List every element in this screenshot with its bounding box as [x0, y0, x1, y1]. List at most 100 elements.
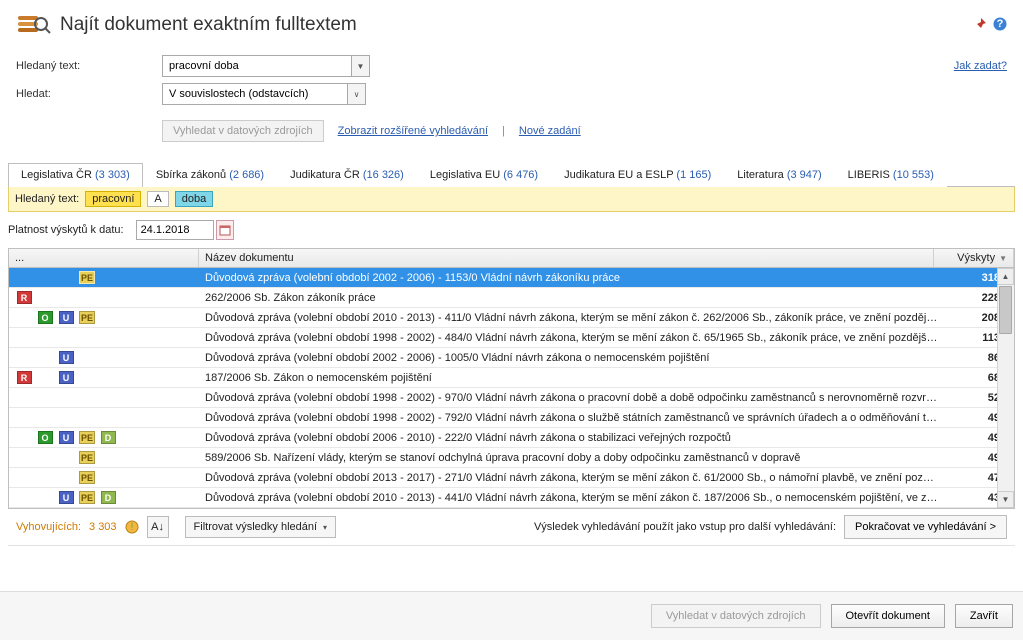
tab-count: (16 326)	[363, 169, 404, 181]
new-query-link[interactable]: Nové zadání	[519, 125, 581, 137]
table-row[interactable]: R262/2006 Sb. Zákon zákoník práce228	[9, 288, 1014, 308]
search-sources-button: Vyhledat v datových zdrojích	[651, 604, 821, 628]
filter-results-label: Filtrovat výsledky hledání	[194, 521, 318, 533]
tab-label: Legislativa ČR	[21, 169, 92, 181]
matching-label: Vyhovujících:	[16, 521, 81, 533]
search-scope-label: Hledat:	[16, 88, 162, 100]
row-badges: RU	[9, 371, 199, 384]
validity-date-input[interactable]	[136, 220, 214, 240]
row-name: Důvodová zpráva (volební období 2010 - 2…	[199, 492, 944, 504]
search-text-dropdown-button[interactable]: ▼	[352, 55, 370, 77]
tab-legislativa-eu[interactable]: Legislativa EU (6 476)	[417, 163, 551, 187]
row-badges: PE	[9, 471, 199, 484]
row-badges: PE	[9, 271, 199, 284]
badge-r: R	[17, 291, 32, 304]
row-name: Důvodová zpráva (volební období 1998 - 2…	[199, 412, 944, 424]
query-term-2[interactable]: doba	[175, 191, 213, 207]
table-row[interactable]: OUPEDůvodová zpráva (volební období 2010…	[9, 308, 1014, 328]
badge-u: U	[59, 311, 74, 324]
warning-icon[interactable]: !	[125, 520, 139, 534]
column-header-count[interactable]: Výskyty ▼	[934, 249, 1014, 267]
badge-u: U	[59, 491, 74, 504]
close-button[interactable]: Zavřít	[955, 604, 1013, 628]
page-title: Najít dokument exaktním fulltextem	[60, 14, 357, 36]
search-text-label: Hledaný text:	[16, 60, 162, 72]
query-operator[interactable]: A	[147, 191, 168, 207]
row-name: Důvodová zpráva (volební období 2002 - 2…	[199, 272, 944, 284]
row-badges: R	[9, 291, 199, 304]
tab-count: (6 476)	[503, 169, 538, 181]
tab-literatura[interactable]: Literatura (3 947)	[724, 163, 834, 187]
svg-text:!: !	[130, 521, 133, 533]
tab-sb-rka-z-kon-[interactable]: Sbírka zákonů (2 686)	[143, 163, 277, 187]
search-scope-dropdown-button[interactable]: ∨	[348, 83, 366, 105]
row-name: Důvodová zpráva (volební období 2010 - 2…	[199, 312, 944, 324]
help-icon[interactable]: ?	[993, 17, 1007, 34]
table-row[interactable]: Důvodová zpráva (volební období 1998 - 2…	[9, 408, 1014, 428]
badge-r: R	[17, 371, 32, 384]
row-name: 589/2006 Sb. Nařízení vlády, kterým se s…	[199, 452, 944, 464]
sort-az-icon: A↓	[151, 521, 164, 533]
search-actions-row: Vyhledat v datových zdrojích Zobrazit ro…	[0, 108, 1023, 154]
pin-icon[interactable]	[973, 17, 987, 34]
calendar-icon	[219, 224, 231, 236]
tab-label: Judikatura EU a ESLP	[564, 169, 673, 181]
tab-liberis[interactable]: LIBERIS (10 553)	[835, 163, 947, 187]
grid-body: PEDůvodová zpráva (volební období 2002 -…	[9, 268, 1014, 508]
results-grid: ... Název dokumentu Výskyty ▼ PEDůvodová…	[8, 248, 1015, 508]
table-row[interactable]: Důvodová zpráva (volební období 1998 - 2…	[9, 328, 1014, 348]
continue-search-button[interactable]: Pokračovat ve vyhledávání >	[844, 515, 1007, 539]
search-scope-select[interactable]	[162, 83, 348, 105]
tabs-bar: Legislativa ČR (3 303)Sbírka zákonů (2 6…	[8, 162, 1015, 187]
row-name: 187/2006 Sb. Zákon o nemocenském pojiště…	[199, 372, 944, 384]
tab-legislativa-r[interactable]: Legislativa ČR (3 303)	[8, 163, 143, 187]
tab-count: (3 303)	[95, 169, 130, 181]
tab-judikatura-r[interactable]: Judikatura ČR (16 326)	[277, 163, 417, 187]
table-row[interactable]: PEDůvodová zpráva (volební období 2013 -…	[9, 468, 1014, 488]
table-row[interactable]: U Důvodová zpráva (volební období 2002 - …	[9, 348, 1014, 368]
sort-az-button[interactable]: A↓	[147, 516, 169, 538]
badge-pe: PE	[79, 431, 95, 444]
row-name: Důvodová zpráva (volební období 2002 - 2…	[199, 352, 944, 364]
tab-count: (2 686)	[229, 169, 264, 181]
tab-count: (10 553)	[893, 169, 934, 181]
how-to-enter-link[interactable]: Jak zadat?	[954, 60, 1007, 72]
tab-judikatura-eu-a-eslp[interactable]: Judikatura EU a ESLP (1 165)	[551, 163, 724, 187]
tab-label: Sbírka zákonů	[156, 169, 226, 181]
query-label: Hledaný text:	[15, 193, 79, 205]
chevron-down-icon: ∨	[354, 90, 360, 99]
badge-u: U	[59, 351, 74, 364]
open-document-button[interactable]: Otevřít dokument	[831, 604, 945, 628]
badge-pe: PE	[79, 491, 95, 504]
table-row[interactable]: Důvodová zpráva (volební období 1998 - 2…	[9, 388, 1014, 408]
scroll-thumb[interactable]	[999, 286, 1012, 334]
table-row[interactable]: PE589/2006 Sb. Nařízení vlády, kterým se…	[9, 448, 1014, 468]
scroll-down-button[interactable]: ▼	[997, 491, 1014, 508]
chevron-down-icon: ▼	[357, 62, 365, 71]
advanced-search-link[interactable]: Zobrazit rozšířené vyhledávání	[338, 125, 488, 137]
filter-results-button[interactable]: Filtrovat výsledky hledání ▾	[185, 516, 337, 538]
search-text-input[interactable]	[162, 55, 352, 77]
column-header-name[interactable]: Název dokumentu	[199, 249, 934, 267]
table-row[interactable]: RU187/2006 Sb. Zákon o nemocenském pojiš…	[9, 368, 1014, 388]
row-name: Důvodová zpráva (volební období 2006 - 2…	[199, 432, 944, 444]
row-badges: UPED	[9, 491, 199, 504]
calendar-button[interactable]	[216, 220, 234, 240]
tab-label: Legislativa EU	[430, 169, 500, 181]
dialog-footer: Vyhledat v datových zdrojích Otevřít dok…	[0, 591, 1023, 640]
grid-header: ... Název dokumentu Výskyty ▼	[9, 249, 1014, 268]
header: Najít dokument exaktním fulltextem ?	[0, 0, 1023, 52]
search-scope-row: Hledat: ∨	[0, 80, 1023, 108]
table-row[interactable]: UPEDDůvodová zpráva (volební období 2010…	[9, 488, 1014, 508]
scroll-up-button[interactable]: ▲	[997, 268, 1014, 285]
table-row[interactable]: OUPEDDůvodová zpráva (volební období 200…	[9, 428, 1014, 448]
validity-date-row: Platnost výskytů k datu:	[0, 212, 1023, 248]
tab-count: (1 165)	[676, 169, 711, 181]
query-term-1[interactable]: pracovní	[85, 191, 141, 207]
row-badges: PE	[9, 451, 199, 464]
table-row[interactable]: PEDůvodová zpráva (volební období 2002 -…	[9, 268, 1014, 288]
badge-o: O	[38, 431, 53, 444]
column-header-badges[interactable]: ...	[9, 249, 199, 267]
scrollbar[interactable]: ▲ ▼	[997, 268, 1014, 508]
separator: |	[502, 125, 505, 137]
